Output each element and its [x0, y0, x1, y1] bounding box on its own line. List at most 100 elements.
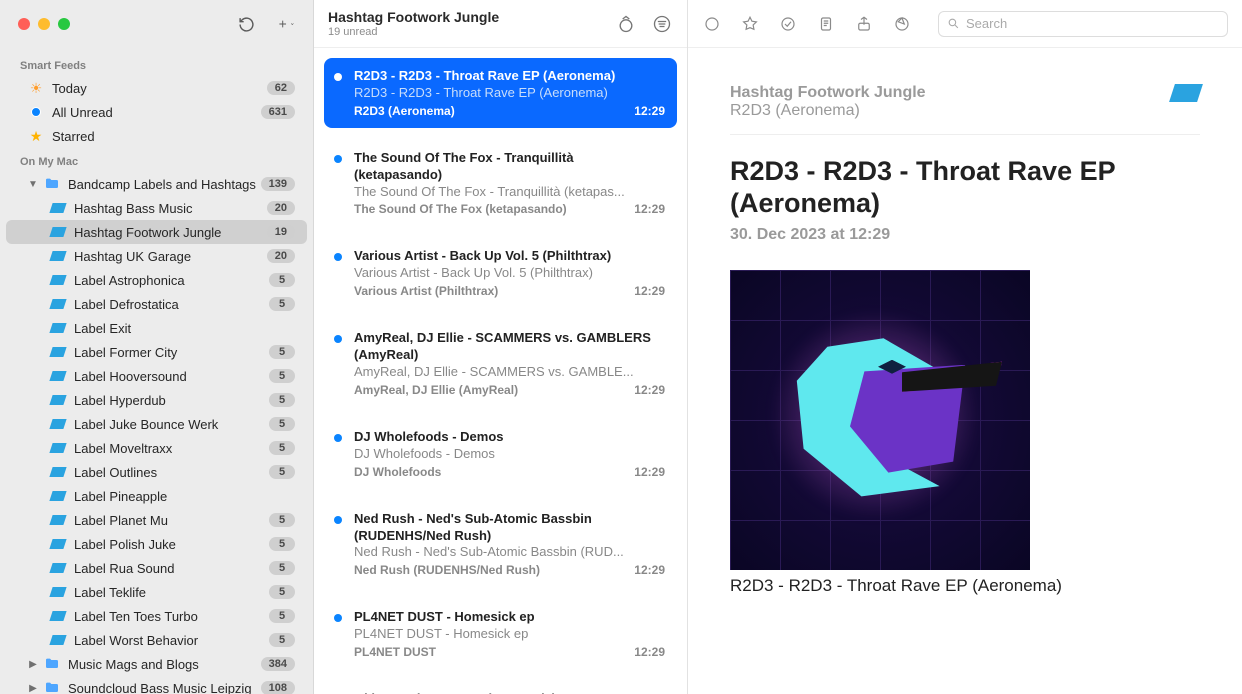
- feed-item[interactable]: Label Outlines5: [6, 460, 307, 484]
- feed-item[interactable]: Label Rua Sound5: [6, 556, 307, 580]
- article-toolbar: Search: [688, 0, 1242, 48]
- feed-item[interactable]: Label Hyperdub5: [6, 388, 307, 412]
- smart-feed-starred[interactable]: ★ Starred: [6, 124, 307, 148]
- row-label: Label Defrostatica: [74, 297, 269, 312]
- chevron-icon[interactable]: ▶: [26, 659, 40, 670]
- item-title: DJ Wholefoods - Demos: [354, 429, 665, 446]
- item-title: The Sound Of The Fox - Tranquillità (ket…: [354, 150, 665, 184]
- feed-item[interactable]: Hashtag Footwork Jungle19: [6, 220, 307, 244]
- article-list-item[interactable]: AmyReal, DJ Ellie - SCAMMERS vs. GAMBLER…: [324, 320, 677, 407]
- folder-soundcloud[interactable]: ▶Soundcloud Bass Music Leipzig108: [6, 676, 307, 694]
- item-source: R2D3 (Aeronema): [354, 104, 634, 118]
- folder-icon: [42, 176, 62, 192]
- article-list-item[interactable]: Okkam - Three Zeros (Orr Music)Okkam - T…: [324, 681, 677, 694]
- close-window-button[interactable]: [18, 18, 30, 30]
- feed-item[interactable]: Label Ten Toes Turbo5: [6, 604, 307, 628]
- star-icon[interactable]: [740, 14, 760, 34]
- item-time: 12:29: [634, 202, 665, 216]
- article-list-item[interactable]: Various Artist - Back Up Vol. 5 (Philtht…: [324, 238, 677, 308]
- item-time: 12:29: [634, 563, 665, 577]
- item-source: DJ Wholefoods: [354, 465, 634, 479]
- unread-dot-icon: [334, 335, 342, 343]
- feed-item[interactable]: Label Former City5: [6, 340, 307, 364]
- count-badge: 5: [269, 393, 295, 407]
- search-input[interactable]: Search: [938, 11, 1228, 37]
- article-cover-image: [730, 270, 1030, 570]
- read-toggle-icon[interactable]: [702, 14, 722, 34]
- feed-icon: [48, 563, 68, 573]
- feed-item[interactable]: Label Worst Behavior5: [6, 628, 307, 652]
- feed-item[interactable]: Label Juke Bounce Werk5: [6, 412, 307, 436]
- list-title: Hashtag Footwork Jungle: [328, 9, 499, 25]
- unread-dot-icon: [334, 434, 342, 442]
- feed-item[interactable]: Hashtag UK Garage20: [6, 244, 307, 268]
- folder-bandcamp[interactable]: ▼ Bandcamp Labels and Hashtags139: [6, 172, 307, 196]
- folder-music-mags[interactable]: ▶Music Mags and Blogs384: [6, 652, 307, 676]
- unread-dot-icon: [334, 155, 342, 163]
- count-badge: 5: [269, 417, 295, 431]
- reader-view-icon[interactable]: [816, 14, 836, 34]
- item-title: R2D3 - R2D3 - Throat Rave EP (Aeronema): [354, 68, 665, 85]
- feed-icon: [48, 611, 68, 621]
- feed-icon: [48, 443, 68, 453]
- row-label: Bandcamp Labels and Hashtags: [68, 177, 261, 192]
- row-label: Starred: [52, 129, 295, 144]
- item-preview: R2D3 - R2D3 - Throat Rave EP (Aeronema): [354, 85, 665, 102]
- feed-item[interactable]: Label Astrophonica5: [6, 268, 307, 292]
- chevron-icon[interactable]: ▼: [26, 179, 40, 190]
- unread-dot-icon: [334, 614, 342, 622]
- row-label: Label Astrophonica: [74, 273, 269, 288]
- refresh-button[interactable]: [237, 15, 255, 33]
- filter-icon[interactable]: [651, 13, 673, 35]
- feed-item[interactable]: Label Planet Mu5: [6, 508, 307, 532]
- feed-icon: [48, 323, 68, 333]
- add-button[interactable]: [277, 15, 295, 33]
- article-list-item[interactable]: PL4NET DUST - Homesick epPL4NET DUST - H…: [324, 599, 677, 669]
- smart-feed-today[interactable]: ☀︎Today62: [6, 76, 307, 100]
- feed-item[interactable]: Label Moveltraxx5: [6, 436, 307, 460]
- feed-item[interactable]: Label Pineapple: [6, 484, 307, 508]
- row-label: Label Exit: [74, 321, 295, 336]
- count-badge: 139: [261, 177, 295, 191]
- item-source: The Sound Of The Fox (ketapasando): [354, 202, 634, 216]
- item-time: 12:29: [634, 104, 665, 118]
- list-unread-count: 19 unread: [328, 26, 499, 38]
- item-source: AmyReal, DJ Ellie (AmyReal): [354, 383, 634, 397]
- unread-dot-icon: [334, 516, 342, 524]
- read-later-icon[interactable]: [778, 14, 798, 34]
- list-header: Hashtag Footwork Jungle 19 unread: [314, 0, 687, 48]
- item-source: PL4NET DUST: [354, 645, 634, 659]
- feed-item[interactable]: Hashtag Bass Music20: [6, 196, 307, 220]
- count-badge: 5: [269, 345, 295, 359]
- article-list-item[interactable]: The Sound Of The Fox - Tranquillità (ket…: [324, 140, 677, 227]
- feed-item[interactable]: Label Teklife5: [6, 580, 307, 604]
- smart-feed-all-unread[interactable]: All Unread631: [6, 100, 307, 124]
- feed-item[interactable]: Label Exit: [6, 316, 307, 340]
- chevron-icon[interactable]: ▶: [26, 683, 40, 694]
- article-feed-name: Hashtag Footwork Jungle: [730, 84, 926, 102]
- feed-item[interactable]: Label Hooversound5: [6, 364, 307, 388]
- article-title: R2D3 - R2D3 - Throat Rave EP (Aeronema): [730, 155, 1200, 220]
- minimize-window-button[interactable]: [38, 18, 50, 30]
- feed-item[interactable]: Label Defrostatica5: [6, 292, 307, 316]
- open-browser-icon[interactable]: [892, 14, 912, 34]
- zoom-window-button[interactable]: [58, 18, 70, 30]
- share-icon[interactable]: [854, 14, 874, 34]
- item-preview: The Sound Of The Fox - Tranquillità (ket…: [354, 184, 665, 201]
- row-label: Label Polish Juke: [74, 537, 269, 552]
- row-label: Label Former City: [74, 345, 269, 360]
- count-badge: 5: [269, 513, 295, 527]
- star-icon: ★: [26, 128, 46, 145]
- article-list-item[interactable]: DJ Wholefoods - DemosDJ Wholefoods - Dem…: [324, 419, 677, 489]
- row-label: Label Hooversound: [74, 369, 269, 384]
- row-label: Hashtag Footwork Jungle: [74, 225, 267, 240]
- count-badge: 5: [269, 465, 295, 479]
- row-label: All Unread: [52, 105, 261, 120]
- mark-all-read-icon[interactable]: [615, 13, 637, 35]
- feed-item[interactable]: Label Polish Juke5: [6, 532, 307, 556]
- count-badge: 631: [261, 105, 295, 119]
- article-list-item[interactable]: R2D3 - R2D3 - Throat Rave EP (Aeronema)R…: [324, 58, 677, 128]
- article-list-item[interactable]: Ned Rush - Ned's Sub-Atomic Bassbin (RUD…: [324, 501, 677, 588]
- unread-dot-icon: [334, 73, 342, 81]
- item-preview: Various Artist - Back Up Vol. 5 (Philtht…: [354, 265, 665, 282]
